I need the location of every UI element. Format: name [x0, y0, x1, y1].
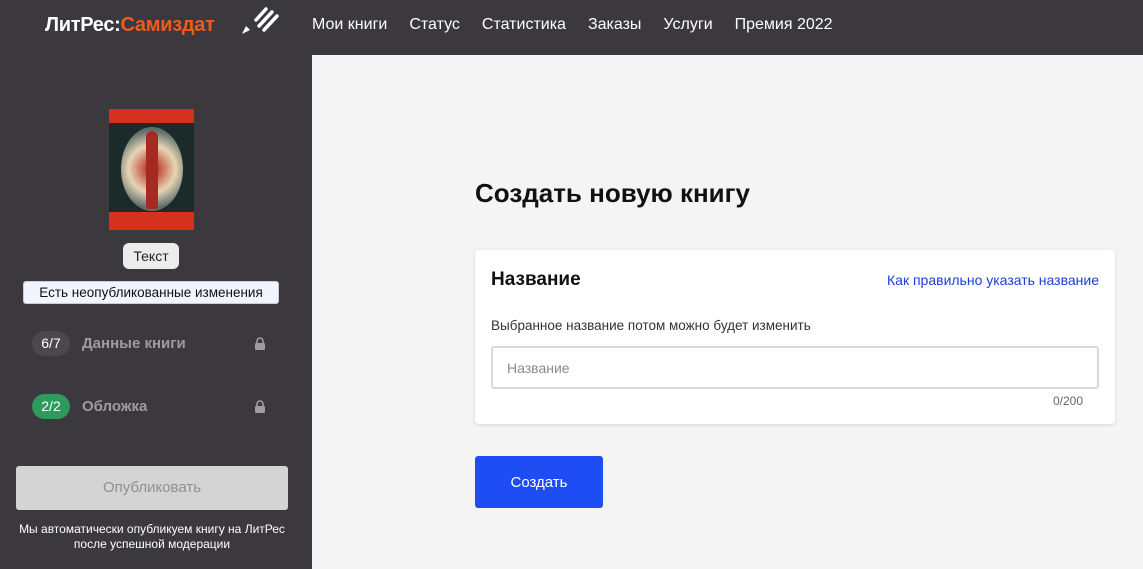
publish-note: Мы автоматически опубликуем книгу на Лит… [19, 522, 285, 551]
logo[interactable]: ЛитРес:Самиздат [45, 14, 215, 37]
publish-button[interactable]: Опубликовать [16, 466, 288, 510]
step-badge: 2/2 [32, 393, 70, 419]
lock-icon [255, 337, 265, 350]
hint-text: Выбранное название потом можно будет изм… [491, 318, 811, 333]
step-label: Обложка [82, 397, 148, 415]
book-cover [109, 109, 194, 230]
lock-icon [255, 400, 265, 413]
create-button[interactable]: Создать [475, 456, 603, 508]
step-cover[interactable]: 2/2 Обложка [32, 393, 282, 419]
nav-status[interactable]: Статус [409, 16, 460, 34]
step-label: Данные книги [82, 334, 186, 352]
title-input[interactable] [491, 346, 1099, 389]
nav-award[interactable]: Премия 2022 [735, 16, 833, 34]
page-title: Создать новую книгу [475, 178, 750, 208]
sidebar: Текст Есть неопубликованные изменения 6/… [0, 55, 312, 569]
step-book-data[interactable]: 6/7 Данные книги [32, 330, 282, 356]
step-badge: 6/7 [32, 330, 70, 356]
help-link[interactable]: Как правильно указать название [887, 272, 1099, 288]
nav-statistics[interactable]: Статистика [482, 16, 566, 34]
book-type-tag: Текст [123, 243, 179, 269]
nav-services[interactable]: Услуги [663, 16, 712, 34]
title-card: Название Как правильно указать название … [475, 250, 1115, 424]
main-nav: Мои книги Статус Статистика Заказы Услуг… [312, 16, 833, 34]
card-heading: Название [491, 269, 581, 290]
top-header: ЛитРес:Самиздат Мои книги Статус Статист… [0, 0, 1143, 55]
unpublished-notice: Есть неопубликованные изменения [23, 281, 279, 304]
nav-orders[interactable]: Заказы [588, 16, 641, 34]
pen-icon [242, 7, 279, 34]
nav-my-books[interactable]: Мои книги [312, 16, 387, 34]
char-counter: 0/200 [1052, 394, 1083, 408]
